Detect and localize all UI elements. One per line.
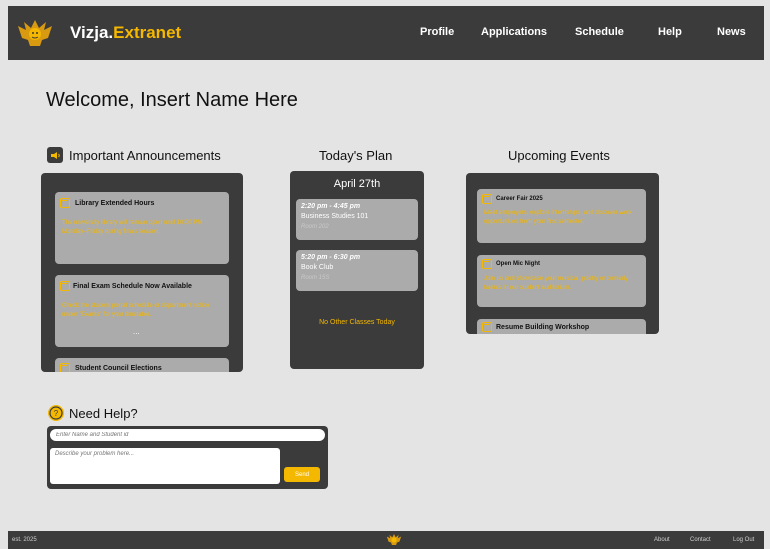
nav-profile[interactable]: Profile — [420, 26, 454, 38]
lion-crest-icon[interactable] — [386, 533, 402, 546]
brand-accent: Extranet — [113, 23, 182, 42]
announcement-card[interactable]: Final Exam Schedule Now Available Check … — [55, 275, 229, 347]
nav-applications[interactable]: Applications — [481, 26, 547, 38]
event-card[interactable]: Resume Building Workshop — [477, 319, 646, 334]
nav-news[interactable]: News — [717, 26, 746, 38]
megaphone-icon — [47, 147, 63, 163]
calendar-icon — [482, 194, 492, 204]
event-body: Join us and showcase your musical, poetr… — [484, 276, 629, 291]
event-body: Meet employers, explore internships, and… — [484, 210, 633, 225]
announcement-card[interactable]: Student Council Elections — [55, 358, 229, 372]
top-nav-bar: Vizja.Extranet Profile Applications Sche… — [8, 6, 764, 60]
announcement-body: The university library will remain open … — [62, 220, 203, 235]
slot-room: Room 202 — [301, 224, 329, 230]
footer-about-link[interactable]: About — [654, 537, 670, 543]
app-frame: Vizja.Extranet Profile Applications Sche… — [8, 6, 764, 549]
problem-description-textarea[interactable] — [50, 448, 280, 484]
event-title: Resume Building Workshop — [496, 324, 590, 331]
slot-name: Business Studies 101 — [301, 213, 369, 220]
announcement-title: Final Exam Schedule Now Available — [73, 283, 192, 290]
calendar-icon — [482, 322, 492, 332]
announcement-title: Library Extended Hours — [75, 200, 155, 207]
question-circle-icon: ? — [48, 405, 64, 421]
welcome-heading: Welcome, Insert Name Here — [46, 89, 298, 111]
announcement-card[interactable]: Library Extended Hours The university li… — [55, 192, 229, 264]
footer-contact-link[interactable]: Contact — [690, 537, 711, 543]
event-title: Career Fair 2025 — [496, 196, 543, 202]
no-other-classes: No Other Classes Today — [319, 319, 395, 326]
help-form: Send — [47, 426, 328, 489]
svg-text:?: ? — [54, 409, 59, 418]
calendar-icon — [482, 259, 492, 269]
footer-logout-link[interactable]: Log Out — [733, 537, 754, 543]
event-card[interactable]: Open Mic Night Join us and showcase your… — [477, 255, 646, 307]
lion-crest-icon[interactable] — [16, 18, 54, 48]
plan-title: Today's Plan — [319, 148, 393, 163]
announcement-body: Check the student portal schedule or dep… — [62, 303, 210, 318]
calendar-icon — [60, 363, 70, 372]
name-student-id-input[interactable] — [50, 429, 325, 441]
events-title: Upcoming Events — [508, 148, 610, 163]
plan-date: April 27th — [333, 178, 381, 190]
announcement-title: Student Council Elections — [75, 365, 162, 372]
todays-plan-panel: April 27th 2:20 pm - 4:45 pm Business St… — [290, 171, 424, 369]
brand-title[interactable]: Vizja.Extranet — [70, 23, 181, 43]
help-title: Need Help? — [69, 406, 138, 421]
more-ellipsis[interactable]: ... — [133, 327, 140, 336]
brand-prefix: Vizja. — [70, 23, 114, 42]
footer-bar: est. 2025 About Contact Log Out — [8, 531, 764, 549]
slot-time: 5:20 pm - 6:30 pm — [301, 254, 361, 261]
slot-time: 2:20 pm - 4:45 pm — [301, 203, 361, 210]
event-title: Open Mic Night — [496, 261, 540, 267]
events-panel[interactable]: Career Fair 2025 Meet employers, explore… — [466, 173, 659, 334]
class-slot[interactable]: 5:20 pm - 6:30 pm Book Club Room 15S — [296, 250, 418, 291]
calendar-icon — [60, 281, 70, 291]
footer-est: est. 2025 — [12, 537, 37, 543]
announcements-title: Important Announcements — [69, 148, 221, 163]
send-button[interactable]: Send — [284, 467, 320, 482]
nav-schedule[interactable]: Schedule — [575, 26, 624, 38]
slot-name: Book Club — [301, 264, 334, 271]
slot-room: Room 15S — [301, 275, 330, 281]
class-slot[interactable]: 2:20 pm - 4:45 pm Business Studies 101 R… — [296, 199, 418, 240]
calendar-icon — [60, 198, 70, 208]
event-card[interactable]: Career Fair 2025 Meet employers, explore… — [477, 189, 646, 243]
announcements-panel[interactable]: Library Extended Hours The university li… — [41, 173, 243, 372]
nav-help[interactable]: Help — [658, 26, 682, 38]
